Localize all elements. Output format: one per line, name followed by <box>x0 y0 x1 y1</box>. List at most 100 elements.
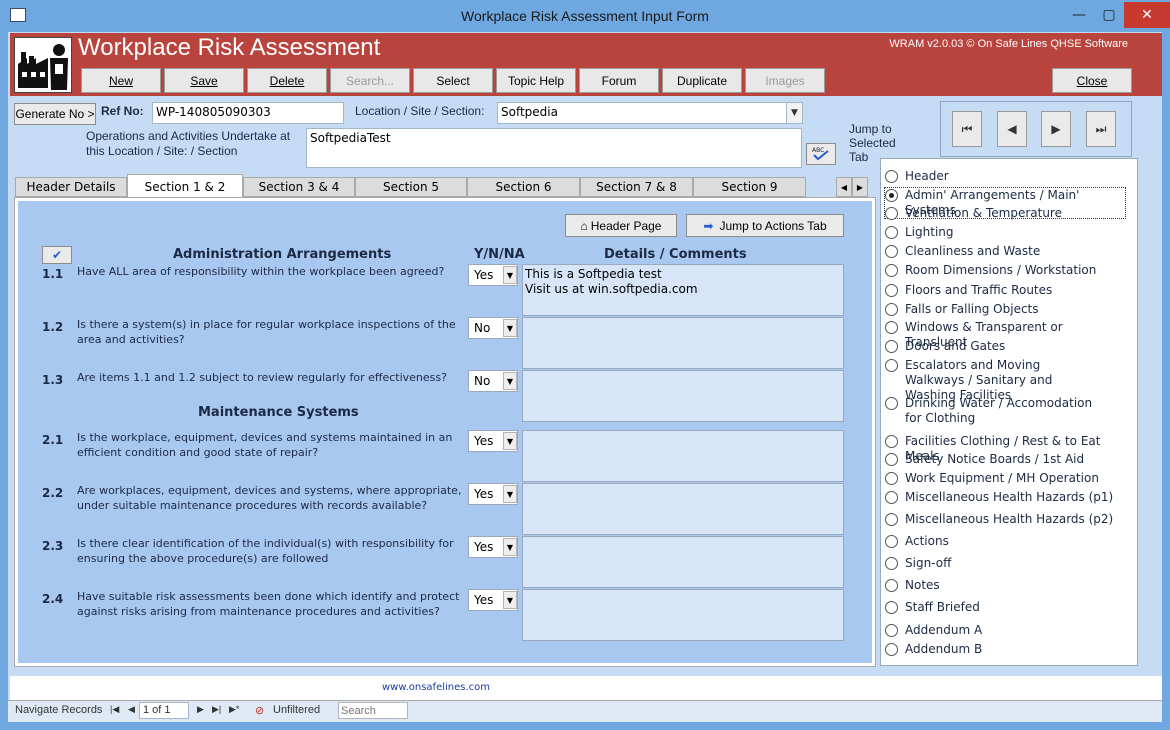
radio-button[interactable] <box>885 397 898 410</box>
answer-select[interactable]: Yes ▼ <box>468 264 518 286</box>
radio-button[interactable] <box>885 535 898 548</box>
radio-button[interactable] <box>885 170 898 183</box>
new-record-nav[interactable]: ▶* <box>229 704 239 715</box>
chevron-down-icon[interactable]: ▼ <box>503 266 517 284</box>
jump-to-actions-button[interactable]: ➡ Jump to Actions Tab <box>686 214 844 237</box>
jump-option[interactable]: Work Equipment / MH Operation <box>885 471 1125 486</box>
topic-help-button[interactable]: Topic Help <box>496 68 576 93</box>
forum-button[interactable]: Forum <box>579 68 659 93</box>
jump-option[interactable]: Miscellaneous Health Hazards (p1) <box>885 490 1125 505</box>
radio-button[interactable] <box>885 226 898 239</box>
chevron-down-icon[interactable]: ▼ <box>786 103 802 123</box>
radio-button[interactable] <box>885 624 898 637</box>
search-button[interactable]: Search... <box>330 68 410 93</box>
header-page-button[interactable]: ⌂ Header Page <box>565 214 677 237</box>
window-close-button[interactable]: ✕ <box>1124 2 1170 28</box>
comment-field[interactable] <box>522 370 844 422</box>
comment-field[interactable] <box>522 317 844 369</box>
jump-option[interactable]: Floors and Traffic Routes <box>885 283 1125 298</box>
radio-button[interactable] <box>885 579 898 592</box>
jump-option[interactable]: Miscellaneous Health Hazards (p2) <box>885 512 1125 527</box>
tab-section-1-2[interactable]: Section 1 & 2 <box>127 174 243 198</box>
answer-select[interactable]: Yes ▼ <box>468 483 518 505</box>
select-button[interactable]: Select <box>413 68 493 93</box>
tab-section-7-8[interactable]: Section 7 & 8 <box>580 177 693 197</box>
search-input[interactable] <box>338 702 408 719</box>
chevron-down-icon[interactable]: ▼ <box>503 319 517 337</box>
tab-section-9[interactable]: Section 9 <box>693 177 806 197</box>
first-record-button[interactable]: ⏮ <box>952 111 982 147</box>
jump-option[interactable]: Safety Notice Boards / 1st Aid <box>885 452 1125 467</box>
spellcheck-button[interactable]: ABC <box>806 143 836 165</box>
radio-button[interactable] <box>885 643 898 656</box>
answer-select[interactable]: No ▼ <box>468 317 518 339</box>
tab-section-3-4[interactable]: Section 3 & 4 <box>243 177 355 197</box>
tab-scroll-right[interactable]: ▶ <box>852 177 868 197</box>
operations-field[interactable]: SoftpediaTest <box>306 128 802 168</box>
minimize-button[interactable]: — <box>1064 2 1094 28</box>
tab-scroll-left[interactable]: ◀ <box>836 177 852 197</box>
radio-button[interactable] <box>885 303 898 316</box>
answer-select[interactable]: No ▼ <box>468 370 518 392</box>
chevron-down-icon[interactable]: ▼ <box>503 538 517 556</box>
comment-field[interactable]: This is a Softpedia test Visit us at win… <box>522 264 844 316</box>
answer-select[interactable]: Yes ▼ <box>468 536 518 558</box>
radio-button[interactable] <box>885 245 898 258</box>
radio-button[interactable] <box>885 321 898 334</box>
images-button[interactable]: Images <box>745 68 825 93</box>
chevron-down-icon[interactable]: ▼ <box>503 372 517 390</box>
radio-button[interactable] <box>885 284 898 297</box>
radio-button[interactable] <box>885 472 898 485</box>
radio-button[interactable] <box>885 359 898 372</box>
tab-header-details[interactable]: Header Details <box>15 177 127 197</box>
jump-option[interactable]: Lighting <box>885 225 1125 240</box>
radio-button[interactable] <box>885 453 898 466</box>
chevron-down-icon[interactable]: ▼ <box>503 591 517 609</box>
radio-button[interactable] <box>885 491 898 504</box>
jump-option[interactable]: Addendum B <box>885 642 1125 657</box>
comment-field[interactable] <box>522 483 844 535</box>
jump-option[interactable]: Ventilation & Temperature <box>885 206 1125 221</box>
radio-button[interactable] <box>885 264 898 277</box>
radio-button[interactable] <box>885 435 898 448</box>
jump-option[interactable]: Header <box>885 169 1125 184</box>
comment-field[interactable] <box>522 536 844 588</box>
next-record-button[interactable]: ▶ <box>1041 111 1071 147</box>
radio-button[interactable] <box>885 207 898 220</box>
jump-option[interactable]: Staff Briefed <box>885 600 1125 615</box>
chevron-down-icon[interactable]: ▼ <box>503 485 517 503</box>
last-record-nav[interactable]: ▶| <box>212 704 221 715</box>
jump-option[interactable]: Notes <box>885 578 1125 593</box>
tab-section-5[interactable]: Section 5 <box>355 177 467 197</box>
answer-select[interactable]: Yes ▼ <box>468 589 518 611</box>
comment-field[interactable] <box>522 589 844 641</box>
radio-button[interactable] <box>885 513 898 526</box>
jump-option[interactable]: Cleanliness and Waste <box>885 244 1125 259</box>
radio-button[interactable] <box>885 557 898 570</box>
jump-option[interactable]: Addendum A <box>885 623 1125 638</box>
last-record-button[interactable]: ⏭ <box>1086 111 1116 147</box>
filter-status[interactable]: Unfiltered <box>273 704 320 716</box>
chevron-down-icon[interactable]: ▼ <box>503 432 517 450</box>
jump-option[interactable]: Falls or Falling Objects <box>885 302 1125 317</box>
jump-option[interactable]: Sign-off <box>885 556 1125 571</box>
tab-section-6[interactable]: Section 6 <box>467 177 580 197</box>
spellcheck-section-button[interactable]: ✔ <box>42 246 72 264</box>
next-record-nav[interactable]: ▶ <box>197 704 204 715</box>
record-number-field[interactable]: 1 of 1 <box>139 702 189 719</box>
prev-record-button[interactable]: ◀ <box>997 111 1027 147</box>
generate-no-button[interactable]: Generate No > <box>14 103 96 125</box>
radio-button[interactable] <box>885 189 898 202</box>
answer-select[interactable]: Yes ▼ <box>468 430 518 452</box>
save-button[interactable]: Save <box>164 68 244 93</box>
maximize-button[interactable]: ▢ <box>1094 2 1124 28</box>
duplicate-button[interactable]: Duplicate <box>662 68 742 93</box>
jump-option[interactable]: Doors and Gates <box>885 339 1125 354</box>
radio-button[interactable] <box>885 340 898 353</box>
jump-option[interactable]: Drinking Water / Accomodation for Clothi… <box>885 396 1099 426</box>
comment-field[interactable] <box>522 430 844 482</box>
delete-button[interactable]: Delete <box>247 68 327 93</box>
radio-button[interactable] <box>885 601 898 614</box>
first-record-nav[interactable]: |◀ <box>110 704 119 715</box>
prev-record-nav[interactable]: ◀ <box>128 704 135 715</box>
